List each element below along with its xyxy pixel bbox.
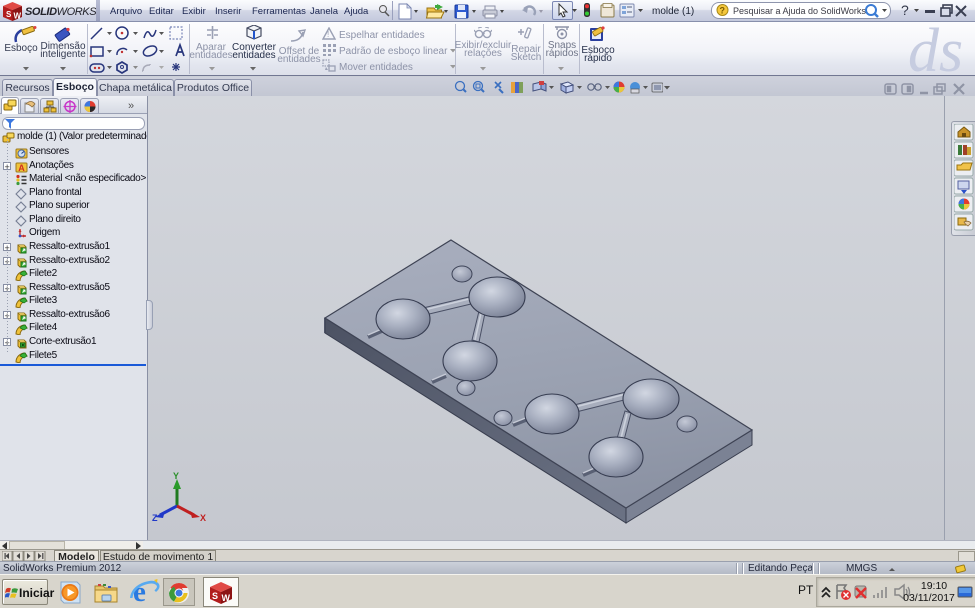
- svg-text:W: W: [222, 593, 231, 603]
- svg-text:W: W: [14, 12, 22, 21]
- svg-text:Z: Z: [152, 513, 158, 521]
- svg-text:?: ?: [720, 6, 726, 16]
- svg-text:!: !: [327, 30, 329, 39]
- svg-text:X: X: [200, 513, 206, 521]
- svg-text:S: S: [6, 10, 12, 19]
- svg-text:Y: Y: [173, 471, 179, 481]
- svg-text:S: S: [212, 591, 218, 601]
- svg-text:A: A: [18, 163, 25, 173]
